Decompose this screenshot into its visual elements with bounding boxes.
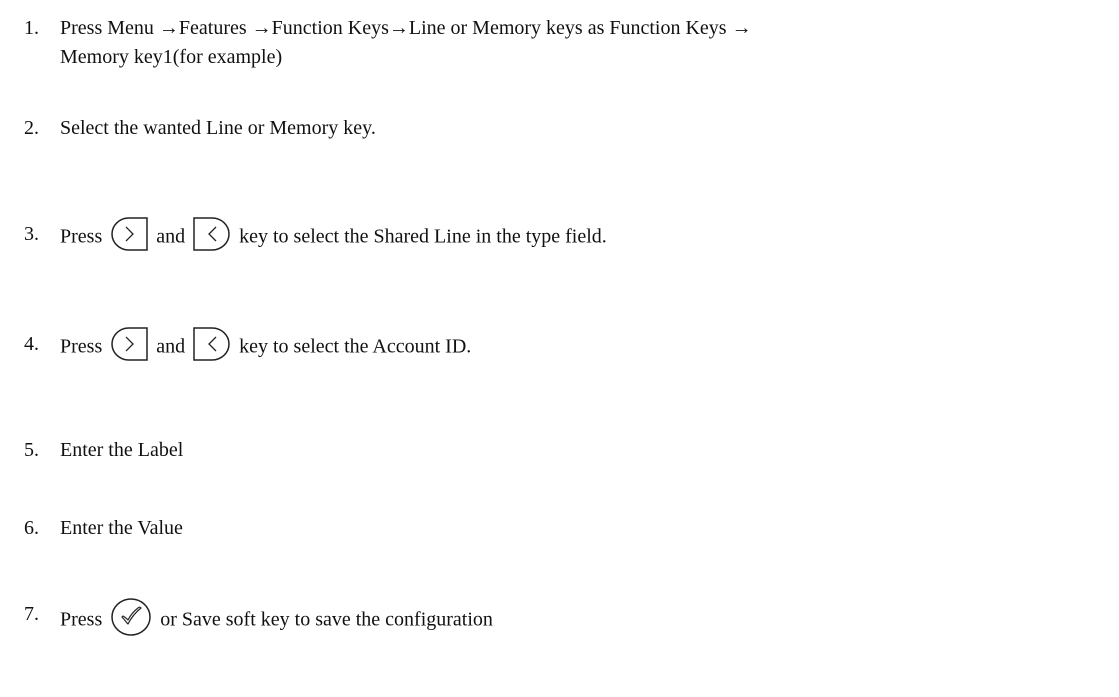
right-arrow-key-icon xyxy=(109,216,149,252)
step-after-text: key to select the Account ID. xyxy=(239,335,472,358)
step-number: 2. xyxy=(24,117,39,139)
step-number: 1. xyxy=(24,17,39,39)
left-arrow-key-icon xyxy=(192,326,232,362)
step-text: Enter the Label xyxy=(60,439,184,461)
step-number: 4. xyxy=(24,333,39,355)
step-7: 7. Press or Save soft key to save the co… xyxy=(24,598,1104,642)
ok-check-key-icon xyxy=(109,596,153,638)
step-text: Press and key to select the Shared Line … xyxy=(60,217,1104,256)
right-arrow-key-icon xyxy=(109,326,149,362)
left-arrow-key-icon xyxy=(192,216,232,252)
step-press-text: Press xyxy=(60,608,103,631)
step-number: 3. xyxy=(24,223,39,245)
step-text: Select the wanted Line or Memory key. xyxy=(60,117,376,139)
step-number: 6. xyxy=(24,517,39,539)
step-2: 2. Select the wanted Line or Memory key. xyxy=(24,114,1104,143)
step-text-line-2: Memory key1(for example) xyxy=(60,46,283,68)
step-press-text: Press xyxy=(60,335,103,358)
step-3: 3. Press and key to select the Shared Li… xyxy=(24,217,1104,256)
step-text: Press and key to select the Account ID. xyxy=(60,327,1104,366)
step-text: Press Menu →Features →Function Keys→Line… xyxy=(60,14,1104,72)
step-text-line-1: Press Menu →Features →Function Keys→Line… xyxy=(60,17,752,39)
step-6: 6. Enter the Value xyxy=(24,514,1104,543)
step-5: 5. Enter the Label xyxy=(24,436,1104,465)
step-and-text: and xyxy=(156,335,186,358)
step-text: Press or Save soft key to save the confi… xyxy=(60,598,1104,642)
step-4: 4. Press and key to select the Account I… xyxy=(24,327,1104,366)
step-after-text: or Save soft key to save the configurati… xyxy=(160,608,493,631)
step-number: 5. xyxy=(24,439,39,461)
step-text: Enter the Value xyxy=(60,517,183,539)
step-and-text: and xyxy=(156,225,186,248)
step-after-text: key to select the Shared Line in the typ… xyxy=(239,225,607,248)
step-1: 1. Press Menu →Features →Function Keys→L… xyxy=(24,14,1104,72)
step-press-text: Press xyxy=(60,225,103,248)
step-number: 7. xyxy=(24,603,39,625)
